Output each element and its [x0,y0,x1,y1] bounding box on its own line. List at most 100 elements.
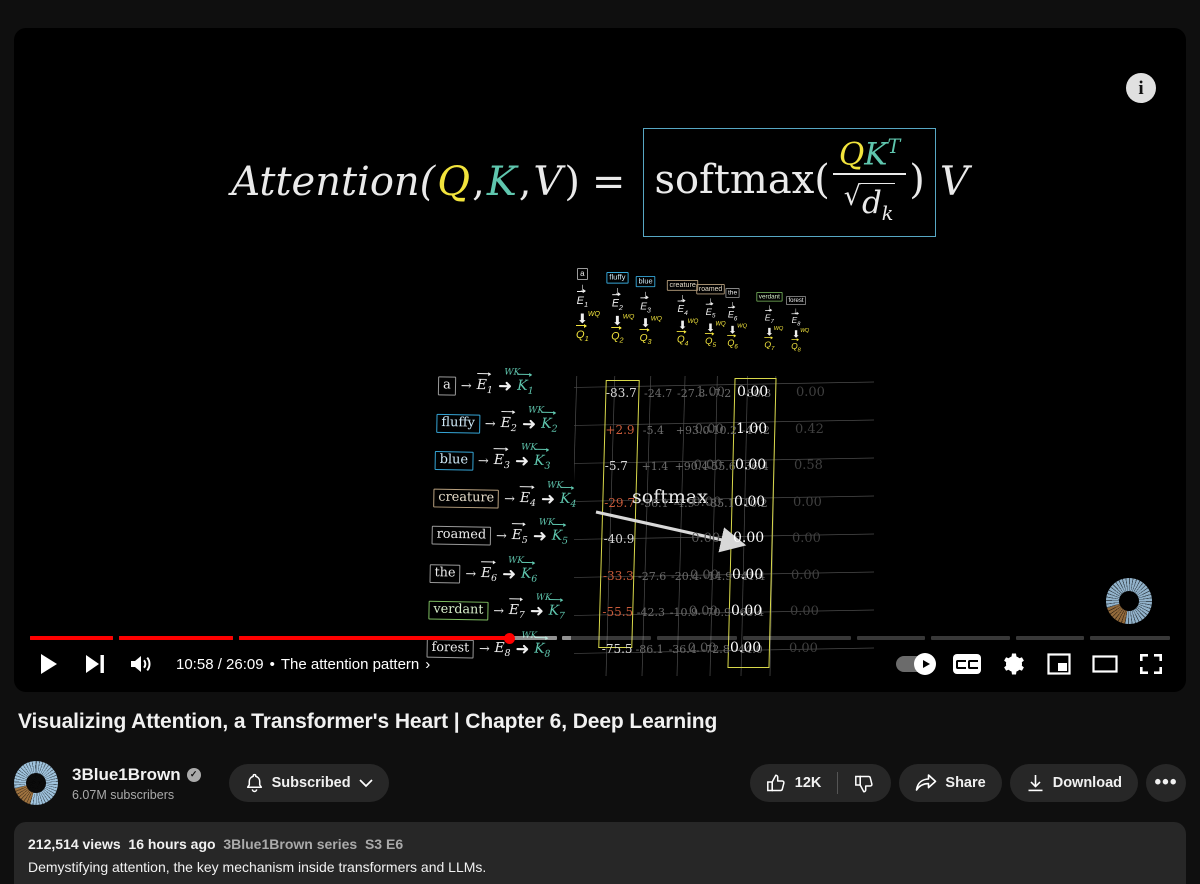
wk-label: WK [535,592,552,604]
token-label: blue [434,451,474,471]
progress-played [30,636,114,640]
key-row: blue → E3 WK ➜ K3 [434,443,551,472]
vector-arrow-icon [764,308,772,313]
fullscreen-button[interactable] [1128,642,1174,686]
progress-bar[interactable] [30,633,1170,644]
control-bar[interactable]: 10:58 / 26:09 • The attention pattern › [26,642,1174,686]
token-label: forest [785,296,806,306]
subscribed-button[interactable]: Subscribed [228,764,389,802]
progress-chapter-segment[interactable] [1090,636,1170,640]
big-arrow-icon: ➜ [501,564,517,585]
description-snippet: Demystifying attention, the key mechanis… [28,859,487,875]
page-title: Visualizing Attention, a Transformer's H… [18,710,718,733]
big-arrow-icon: ➜ [514,451,530,472]
channel-name-text: 3Blue1Brown [72,764,181,784]
embedding-vector: E6 [481,560,497,584]
arrow-right-icon: → [465,566,477,582]
volume-button[interactable] [118,642,164,686]
vector-arrow-icon [726,333,736,338]
wk-label: WK [504,367,521,378]
wk-transform: WK ➜ [501,555,524,585]
vector-arrow-icon [509,598,523,600]
vector-arrow-icon [541,411,555,413]
query-vector: Q7 [764,335,775,352]
dislike-button[interactable] [838,773,891,794]
progress-played [118,636,233,640]
attention-diagram: a ↓ E1 ⬇ WQ Q1 fluffy ↓ E2 ⬇ WQ Q2 blue ↓ E3 ⬇ WQ Q3 creat… [14,28,1186,692]
video-stage[interactable]: Attention(Q, K, V) = softmax( QKT √ dk [14,28,1186,692]
query-vector: Q2 [610,325,623,345]
theater-mode-button[interactable] [1082,642,1128,686]
download-button[interactable]: Download [1009,764,1138,802]
more-actions-button[interactable]: ••• [1146,764,1186,802]
token-label: a [437,376,456,396]
previous-softmax-value: 0.00 [692,494,722,510]
progress-chapter-segment[interactable] [742,636,851,640]
vector-arrow-icon [534,449,548,451]
embedding-vector: E3 [494,448,511,471]
key-row: creature → E4 WK ➜ K4 [433,480,576,510]
grid-value: -24.7 [644,387,673,400]
publish-date: 16 hours ago [128,836,216,852]
token-label: the [724,288,740,298]
description-box[interactable]: 212,514 views 16 hours ago 3Blue1Brown s… [14,822,1186,884]
progress-chapter-segment[interactable] [657,636,737,640]
player-controls[interactable]: 10:58 / 26:09 • The attention pattern › [14,616,1186,692]
wk-label: WK [547,480,564,491]
big-arrow-icon: ➜ [497,376,513,397]
chapter-title[interactable]: • The attention pattern › [270,656,431,673]
autoplay-toggle[interactable] [886,642,944,686]
captions-button[interactable] [944,642,990,686]
progress-chapter-segment[interactable] [30,636,114,640]
progress-chapter-segment[interactable] [930,636,1011,640]
grid-value: +1.4 [641,460,669,473]
token-label: creature [666,280,699,291]
vector-arrow-icon [727,305,735,310]
series-name: 3Blue1Brown series [223,836,358,852]
key-row: roamed → E5 WK ➜ K5 [431,518,569,547]
next-column-value: 0.00 [793,494,822,510]
channel-name[interactable]: 3Blue1Brown ✓ [72,765,201,785]
previous-softmax-value: 1.00 [696,385,725,400]
next-video-button[interactable] [72,642,118,686]
wq-label: WQ [736,323,747,330]
vector-arrow-icon [576,289,586,294]
key-vector: K3 [534,449,551,472]
vector-arrow-icon [791,312,798,316]
progress-chapter-segment[interactable] [1016,636,1085,640]
query-column: the ↓ E6 ⬇ WQ Q6 [724,288,747,350]
progress-chapter-segment[interactable] [562,636,652,640]
autoplay-switch[interactable] [896,653,936,675]
key-row: fluffy → E2 WK ➜ K2 [436,405,558,434]
info-icon[interactable]: i [1126,73,1156,103]
settings-button[interactable] [990,642,1036,686]
cc-icon [953,654,981,674]
embedding-vector: E2 [501,410,518,434]
softmax-output-value: 0.00 [733,530,765,546]
softmax-output-value: 0.00 [735,457,767,473]
query-column: fluffy ↓ E2 ⬇ WQ Q2 [605,272,634,345]
miniplayer-button[interactable] [1036,642,1082,686]
video-player[interactable]: Attention(Q, K, V) = softmax( QKT √ dk [14,28,1186,692]
wk-label: WK [508,555,525,566]
progress-chapter-segment[interactable] [118,636,233,640]
dot-product-value: -29.7 [604,495,635,510]
vector-arrow-icon [705,302,714,307]
progress-buffered [562,636,572,640]
wq-label: WQ [715,321,726,328]
grid-value: -27.6 [638,569,667,583]
progress-chapter-segment[interactable] [856,636,925,640]
avatar[interactable] [14,761,58,805]
dot-product-value: -33.3 [603,568,634,583]
softmax-output-value: 0.00 [737,384,769,400]
description-meta: 212,514 views 16 hours ago 3Blue1Brown s… [28,836,1172,852]
play-button[interactable] [26,642,72,686]
vector-arrow-icon [611,292,620,297]
control-bar-left: 10:58 / 26:09 • The attention pattern › [26,642,430,686]
share-button[interactable]: Share [899,764,1002,802]
wk-label: WK [528,405,545,416]
vector-arrow-icon [790,337,799,342]
grid-value: -56.1 [640,496,669,510]
like-button[interactable]: 12K [750,773,838,794]
key-row: the → E6 WK ➜ K6 [429,555,537,585]
